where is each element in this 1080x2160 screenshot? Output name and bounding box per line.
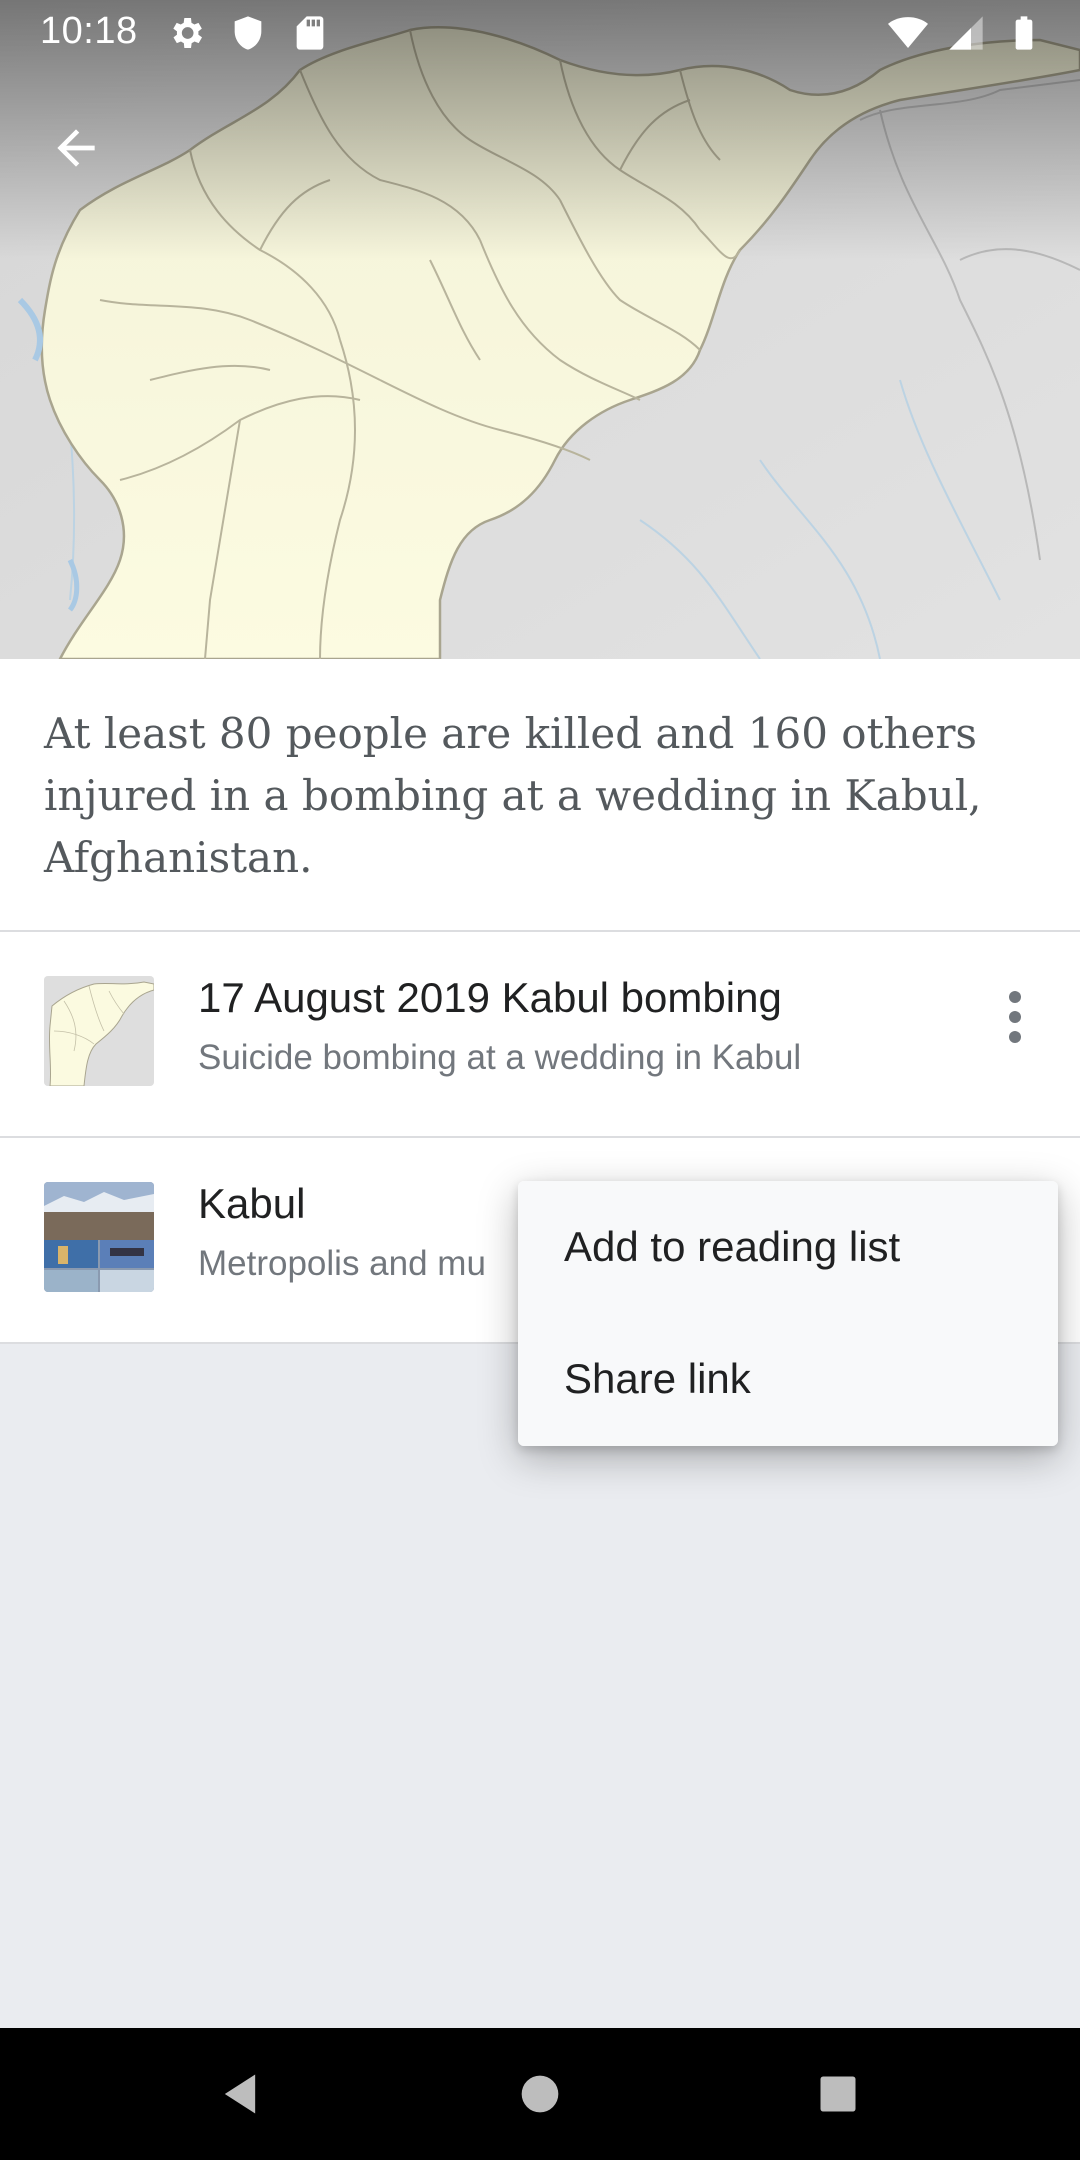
status-left-icons [166,13,330,53]
event-summary: At least 80 people are killed and 160 ot… [44,709,982,882]
arrow-left-icon [57,129,95,167]
signal-icon [949,16,983,50]
article-title: 17 August 2019 Kabul bombing [198,974,782,1021]
back-button[interactable] [40,112,112,184]
recents-square-icon [820,2076,856,2112]
status-time: 10:18 [40,10,138,52]
status-bar: 10:18 [0,0,1080,66]
navigation-bar [0,2028,1080,2160]
shield-icon [234,16,262,50]
nav-back-button[interactable] [204,2058,276,2130]
article-item-kabul-bombing[interactable]: 17 August 2019 Kabul bombing Suicide bom… [0,932,1080,1136]
afghanistan-map-thumbnail [44,976,154,1086]
nav-recents-button[interactable] [802,2058,874,2130]
more-vertical-icon [1009,991,1021,1043]
popup-menu: Add to reading list Share link [518,1181,1058,1446]
back-triangle-icon [224,2074,256,2114]
sd-card-icon [296,16,324,50]
settings-icon [173,18,202,48]
menu-item-share-link[interactable]: Share link [518,1313,1058,1445]
overflow-menu-button[interactable] [970,972,1060,1062]
battery-icon [1015,16,1033,50]
menu-item-add-to-reading-list[interactable]: Add to reading list [518,1181,1058,1313]
article-description: Suicide bombing at a wedding in Kabul [198,1038,802,1077]
header-map-image [0,0,1080,659]
wifi-icon [888,17,928,48]
article-title: Kabul [198,1180,306,1227]
home-circle-icon [521,2075,559,2113]
nav-home-button[interactable] [504,2058,576,2130]
article-description: Metropolis and mu [198,1244,486,1283]
kabul-collage-thumbnail [44,1182,154,1292]
screen: 10:18 At least 80 people are killed and … [0,0,1080,2160]
status-right-icons [888,13,1044,53]
